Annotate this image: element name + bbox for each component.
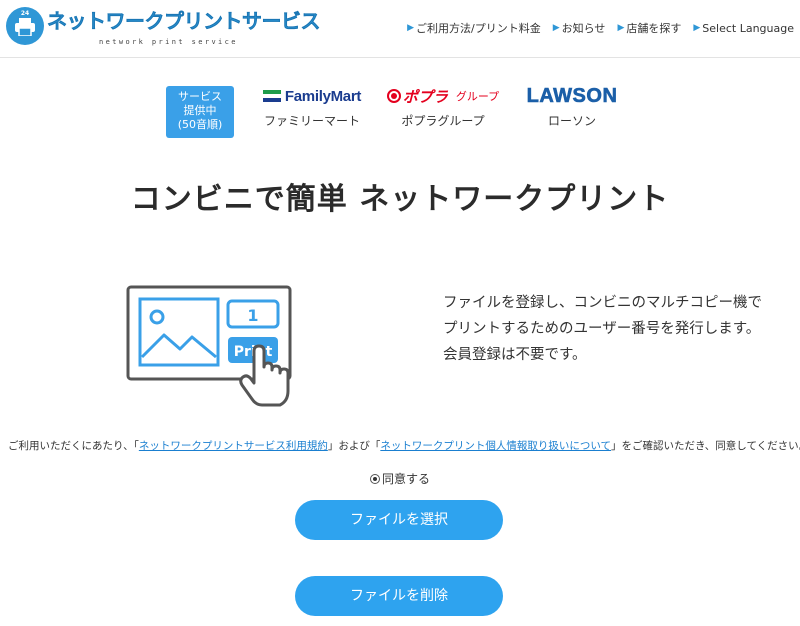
triangle-right-icon: ▶ [693,23,701,33]
site-header: 24 ネットワークプリントサービス network print service … [0,0,800,58]
triangle-right-icon: ▶ [552,23,560,33]
familymart-stripes-icon [262,90,281,102]
nav-select-language[interactable]: ▶ Select Language [693,20,794,36]
logo-title: ネットワークプリントサービス [47,9,321,33]
poplar-logo: ポプラ グループ [384,86,502,106]
page-headline: コンビニで簡単 ネットワークプリント [130,182,670,217]
partner-familymart[interactable]: FamilyMart ファミリーマート [256,86,368,129]
service-badge: サービス 提供中 (50音順) [166,86,234,138]
illustration-number: 1 [247,306,258,325]
logo-subtitle: network print service [99,38,238,46]
lawson-logo: LAWSON [526,85,618,107]
partner-poplar[interactable]: ポプラ グループ ポプラグループ [384,86,502,129]
partner-lawson[interactable]: LAWSON ローソン [514,86,630,129]
logo-number: 24 [20,10,30,17]
lawson-name: ローソン [547,114,596,128]
poplar-mark-icon [386,89,401,103]
printer-logo-icon: 24 [6,7,44,45]
triangle-right-icon: ▶ [407,23,415,33]
familymart-name: ファミリーマート [263,114,360,128]
terms-notice: ご利用いただくにあたり、「ネットワークプリントサービス利用規約」および「ネットワ… [8,440,800,452]
nav-usage-price[interactable]: ▶ ご利用方法/プリント料金 [407,20,541,36]
site-logo[interactable]: 24 ネットワークプリントサービス network print service [6,7,321,46]
print-illustration: 1 Print [126,285,296,414]
nav-find-store[interactable]: ▶ 店舗を探す [617,20,681,36]
partner-stores: サービス 提供中 (50音順) FamilyMart ファミリーマート ポプラ … [166,86,636,140]
header-nav: ▶ ご利用方法/プリント料金 ▶ お知らせ ▶ 店舗を探す ▶ Select Langu… [395,20,794,36]
delete-file-button[interactable]: ファイルを削除 [295,576,503,616]
agree-radio[interactable]: 同意する [0,470,800,487]
poplar-name: ポプラグループ [401,114,485,128]
radio-selected-icon[interactable] [369,474,380,484]
agree-label: 同意する [381,472,430,486]
privacy-policy-link[interactable]: ネットワークプリント個人情報取り扱いについて [380,440,611,452]
service-description: ファイルを登録し、コンビニのマルチコピー機で プリントするためのユーザー番号を発… [443,295,762,363]
nav-news[interactable]: ▶ お知らせ [553,20,606,36]
select-file-button[interactable]: ファイルを選択 [295,500,503,540]
familymart-logo: FamilyMart [256,86,368,106]
terms-of-service-link[interactable]: ネットワークプリントサービス利用規約 [139,440,328,452]
triangle-right-icon: ▶ [617,23,625,33]
